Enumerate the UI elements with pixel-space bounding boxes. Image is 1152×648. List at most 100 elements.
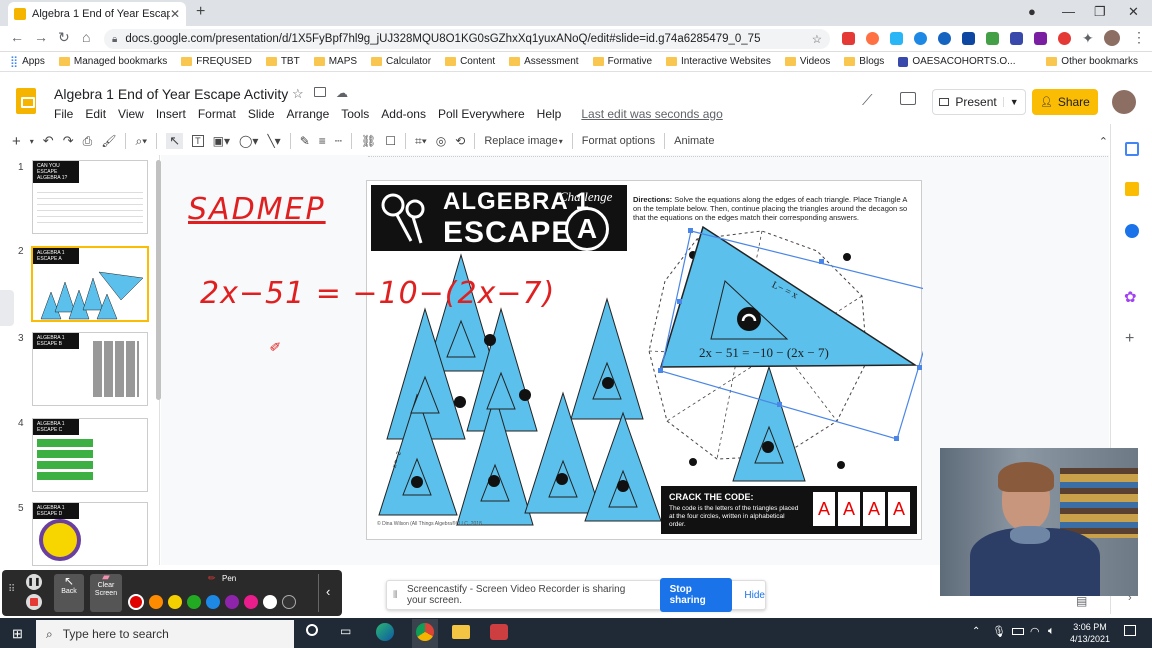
back-button[interactable]: ↖ Back [54, 574, 84, 612]
bookmark-folder[interactable]: Formative [592, 56, 652, 67]
bookmark-folder[interactable]: Interactive Websites [666, 56, 771, 67]
animate-button[interactable]: Animate [674, 135, 714, 147]
wifi-icon[interactable]: ◠ [1030, 625, 1040, 638]
slide-thumbnail-3[interactable]: ALGEBRA 1 ESCAPE B [32, 332, 148, 406]
app-icon[interactable] [490, 624, 508, 640]
stop-recording-icon[interactable] [26, 594, 42, 610]
present-dropdown-icon[interactable]: ▼ [1002, 97, 1019, 107]
taskbar-search[interactable]: ⌕ Type here to search [36, 620, 294, 648]
border-color-icon[interactable]: ✎ [300, 134, 310, 148]
share-button[interactable]: 👤︎ Share [1032, 89, 1098, 115]
bookmark-other[interactable]: Other bookmarks [1046, 56, 1138, 67]
drag-handle-icon[interactable]: ⦀ [393, 590, 397, 601]
redo-icon[interactable]: ↷ [63, 133, 74, 149]
collapse-toolbar-icon[interactable]: ‹ [326, 584, 330, 599]
extension-icon[interactable] [938, 32, 951, 45]
extension-icon[interactable] [962, 32, 975, 45]
insert-image-icon[interactable]: ▣▾ [213, 134, 230, 148]
extension-icon[interactable] [842, 32, 855, 45]
close-tab-icon[interactable]: ✕ [170, 7, 180, 21]
reset-image-icon[interactable]: ⟲ [455, 134, 465, 148]
menu-insert[interactable]: Insert [156, 107, 186, 121]
replace-image-dropdown-icon[interactable]: ▾ [559, 137, 563, 146]
move-folder-icon[interactable] [314, 87, 326, 97]
slide-canvas[interactable]: ALGEBRA 1 ESCAPE Challenge A Directions:… [366, 180, 923, 540]
tasks-icon[interactable] [1125, 224, 1139, 238]
line-icon[interactable]: ╲▾ [267, 134, 280, 148]
slide-thumbnail-2[interactable]: ALGEBRA 1 ESCAPE A [31, 246, 149, 322]
print-icon[interactable]: ⎙ [83, 134, 93, 149]
shape-icon[interactable]: ◯▾ [239, 134, 258, 148]
bookmark-folder[interactable]: MAPS [313, 56, 357, 67]
back-icon[interactable]: ← [10, 29, 24, 45]
extension-icon[interactable] [1010, 32, 1023, 45]
menu-slide[interactable]: Slide [248, 107, 275, 121]
menu-file[interactable]: File [54, 107, 73, 121]
color-swatch-black[interactable] [282, 595, 296, 609]
cortana-icon[interactable] [306, 624, 318, 636]
star-icon[interactable]: ☆ [292, 86, 304, 102]
border-weight-icon[interactable]: ≡ [319, 134, 326, 148]
new-slide-dropdown-icon[interactable]: ▾ [30, 137, 34, 146]
activity-trend-icon[interactable]: ⟋ [862, 92, 873, 109]
tray-chevron-icon[interactable]: ⌃ [972, 626, 980, 637]
close-window-icon[interactable]: ✕ [1128, 4, 1139, 20]
get-addons-icon[interactable]: + [1125, 330, 1134, 348]
drag-handle-icon[interactable]: ⠿ [8, 584, 15, 595]
extension-icon[interactable] [1058, 32, 1071, 45]
menu-tools[interactable]: Tools [341, 107, 369, 121]
slide-thumbnail-1[interactable]: CAN YOU ESCAPE ALGEBRA 1? [32, 160, 148, 234]
stop-sharing-button[interactable]: Stop sharing [659, 578, 733, 612]
user-avatar[interactable] [1112, 90, 1136, 114]
clear-screen-button[interactable]: ▰ Clear Screen [90, 573, 122, 612]
bookmark-folder[interactable]: Videos [784, 56, 830, 67]
comments-icon[interactable] [900, 92, 916, 105]
bookmark-folder[interactable]: Assessment [509, 56, 579, 67]
windows-start-icon[interactable]: ⊞ [12, 626, 23, 642]
color-swatch-green[interactable] [187, 595, 201, 609]
url-bar[interactable]: 🔒︎ docs.google.com/presentation/d/1X5FyB… [104, 29, 830, 49]
bookmark-folder[interactable]: FREQUSED [181, 56, 252, 67]
bookmark-folder[interactable]: Content [445, 56, 495, 67]
replace-image-menu[interactable]: Replace image [484, 135, 557, 147]
browser-menu-icon[interactable]: ⋮ [1132, 29, 1146, 46]
document-title[interactable]: Algebra 1 End of Year Escape Activity [54, 86, 288, 102]
link-icon[interactable]: ⛓ [361, 134, 376, 148]
menu-help[interactable]: Help [537, 107, 562, 121]
paint-format-icon[interactable]: 🖌︎ [101, 134, 116, 148]
collapse-toolbar-icon[interactable]: ⌃ [1099, 135, 1108, 148]
select-cursor-icon[interactable]: ↖ [166, 133, 184, 149]
browser-tab[interactable]: Algebra 1 End of Year Escape Act ✕ [8, 2, 186, 26]
notifications-icon[interactable] [1124, 625, 1136, 636]
minimize-icon[interactable]: — [1062, 4, 1075, 19]
bookmark-folder[interactable]: TBT [265, 56, 300, 67]
menu-addons[interactable]: Add-ons [381, 107, 426, 121]
speaker-notes-icon[interactable]: ▤ [1076, 594, 1087, 608]
menu-view[interactable]: View [118, 107, 144, 121]
home-icon[interactable]: ⌂ [82, 29, 90, 45]
reload-icon[interactable]: ↻ [58, 29, 70, 46]
color-swatch-orange[interactable] [149, 595, 163, 609]
color-swatch-pink[interactable] [244, 595, 258, 609]
battery-icon[interactable] [1012, 628, 1024, 635]
expand-panel-icon[interactable]: › [1128, 592, 1132, 604]
chrome-icon[interactable] [416, 623, 434, 641]
menu-arrange[interactable]: Arrange [287, 107, 330, 121]
edge-browser-icon[interactable] [376, 623, 394, 641]
slides-logo[interactable] [16, 88, 36, 114]
slide-thumbnail-5[interactable]: ALGEBRA 1 ESCAPE D [32, 502, 148, 566]
extension-icon[interactable] [890, 32, 903, 45]
present-button[interactable]: Present ▼ [932, 89, 1026, 115]
text-box-icon[interactable]: T [192, 135, 204, 147]
restore-icon[interactable]: ❐ [1094, 4, 1106, 20]
slide-thumbnail-4[interactable]: ALGEBRA 1 ESCAPE C [32, 418, 148, 492]
forward-icon[interactable]: → [34, 29, 48, 45]
last-edit-link[interactable]: Last edit was seconds ago [581, 107, 722, 121]
profile-avatar[interactable] [1104, 30, 1120, 46]
taskbar-clock[interactable]: 3:06 PM 4/13/2021 [1070, 621, 1110, 645]
new-tab-icon[interactable]: + [196, 3, 205, 21]
border-dash-icon[interactable]: ┄ [335, 134, 342, 148]
bookmark-star-icon[interactable]: ☆ [812, 32, 822, 46]
format-options-button[interactable]: Format options [582, 135, 655, 147]
color-swatch-purple[interactable] [225, 595, 239, 609]
